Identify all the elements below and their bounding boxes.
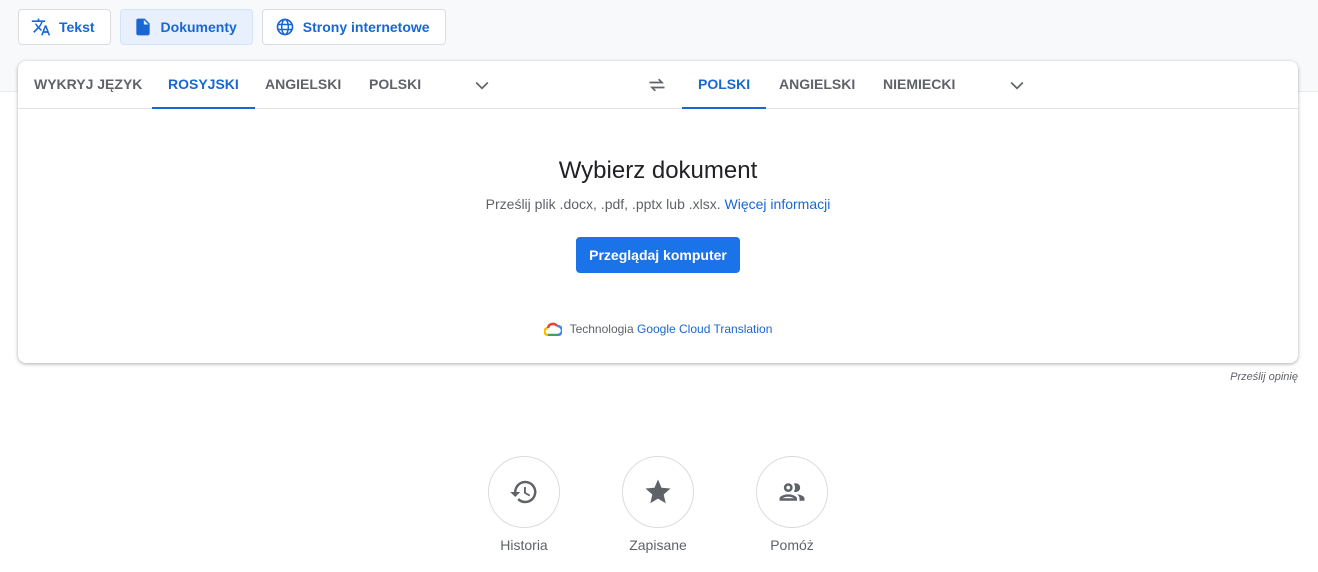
contribute-label: Pomóż xyxy=(770,537,814,553)
target-lang-english[interactable]: ANGIELSKI xyxy=(763,61,871,109)
google-cloud-icon xyxy=(543,322,562,336)
source-lang-russian[interactable]: ROSYJSKI xyxy=(152,61,255,109)
browse-computer-button[interactable]: Przeglądaj komputer xyxy=(576,237,740,273)
mode-websites-label: Strony internetowe xyxy=(302,19,430,35)
source-lang-detect[interactable]: WYKRYJ JĘZYK xyxy=(18,61,158,109)
upload-instructions-text: Prześlij plik .docx, .pdf, .pptx lub .xl… xyxy=(485,196,721,212)
saved-button[interactable]: Zapisane xyxy=(622,456,694,553)
target-lang-polish[interactable]: POLSKI xyxy=(682,61,767,109)
send-feedback-link[interactable]: Prześlij opinię xyxy=(1230,371,1298,383)
document-icon xyxy=(135,18,150,36)
more-info-link[interactable]: Więcej informacji xyxy=(725,196,831,212)
powered-by: Technologia Google Cloud Translation xyxy=(18,322,1298,336)
contribute-button[interactable]: Pomóż xyxy=(756,456,828,553)
history-button[interactable]: Historia xyxy=(488,456,560,553)
mode-text-label: Tekst xyxy=(59,19,95,35)
document-translation-card: WYKRYJ JĘZYK ROSYJSKI ANGIELSKI POLSKI P… xyxy=(18,61,1298,363)
target-lang-german[interactable]: NIEMIECKI xyxy=(867,61,971,109)
people-icon xyxy=(779,483,805,501)
mode-selector: Tekst Dokumenty Strony internetowe xyxy=(18,9,446,45)
history-label: Historia xyxy=(500,537,548,553)
source-more-chevron-down-icon[interactable] xyxy=(472,75,492,95)
source-lang-polish[interactable]: POLSKI xyxy=(353,61,437,109)
translate-icon xyxy=(31,18,51,36)
page-title: Wybierz dokument xyxy=(558,157,758,184)
bottom-actions: Historia Zapisane Pomóż xyxy=(488,456,828,553)
upload-instructions: Prześlij plik .docx, .pdf, .pptx lub .xl… xyxy=(18,196,1298,212)
globe-icon xyxy=(276,18,294,36)
source-lang-english[interactable]: ANGIELSKI xyxy=(249,61,357,109)
google-cloud-translation-link[interactable]: Google Cloud Translation xyxy=(637,322,772,336)
history-icon xyxy=(510,480,537,504)
swap-languages-icon[interactable] xyxy=(646,75,668,95)
mode-websites-button[interactable]: Strony internetowe xyxy=(261,9,446,45)
saved-label: Zapisane xyxy=(629,537,687,553)
mode-text-button[interactable]: Tekst xyxy=(18,9,111,45)
target-more-chevron-down-icon[interactable] xyxy=(1007,75,1027,95)
mode-documents-label: Dokumenty xyxy=(160,19,237,35)
language-bar: WYKRYJ JĘZYK ROSYJSKI ANGIELSKI POLSKI P… xyxy=(18,61,1298,109)
tech-label: Technologia xyxy=(569,322,634,336)
star-icon xyxy=(645,479,671,504)
mode-documents-button[interactable]: Dokumenty xyxy=(119,9,253,45)
